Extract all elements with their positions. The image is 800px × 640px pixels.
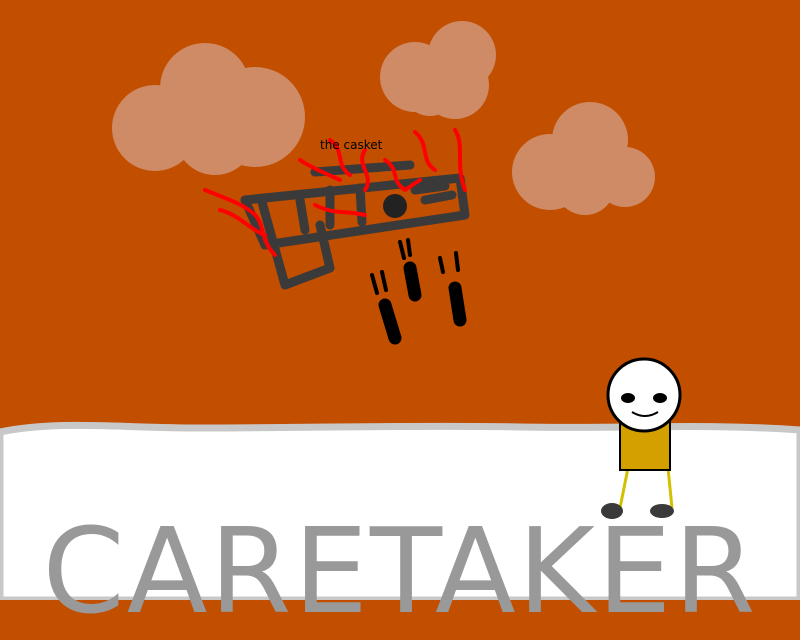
casket-label: the casket — [320, 138, 383, 152]
game-title: CARETAKER — [42, 502, 758, 640]
game-scene: the casket CARETAKER — [0, 0, 800, 630]
